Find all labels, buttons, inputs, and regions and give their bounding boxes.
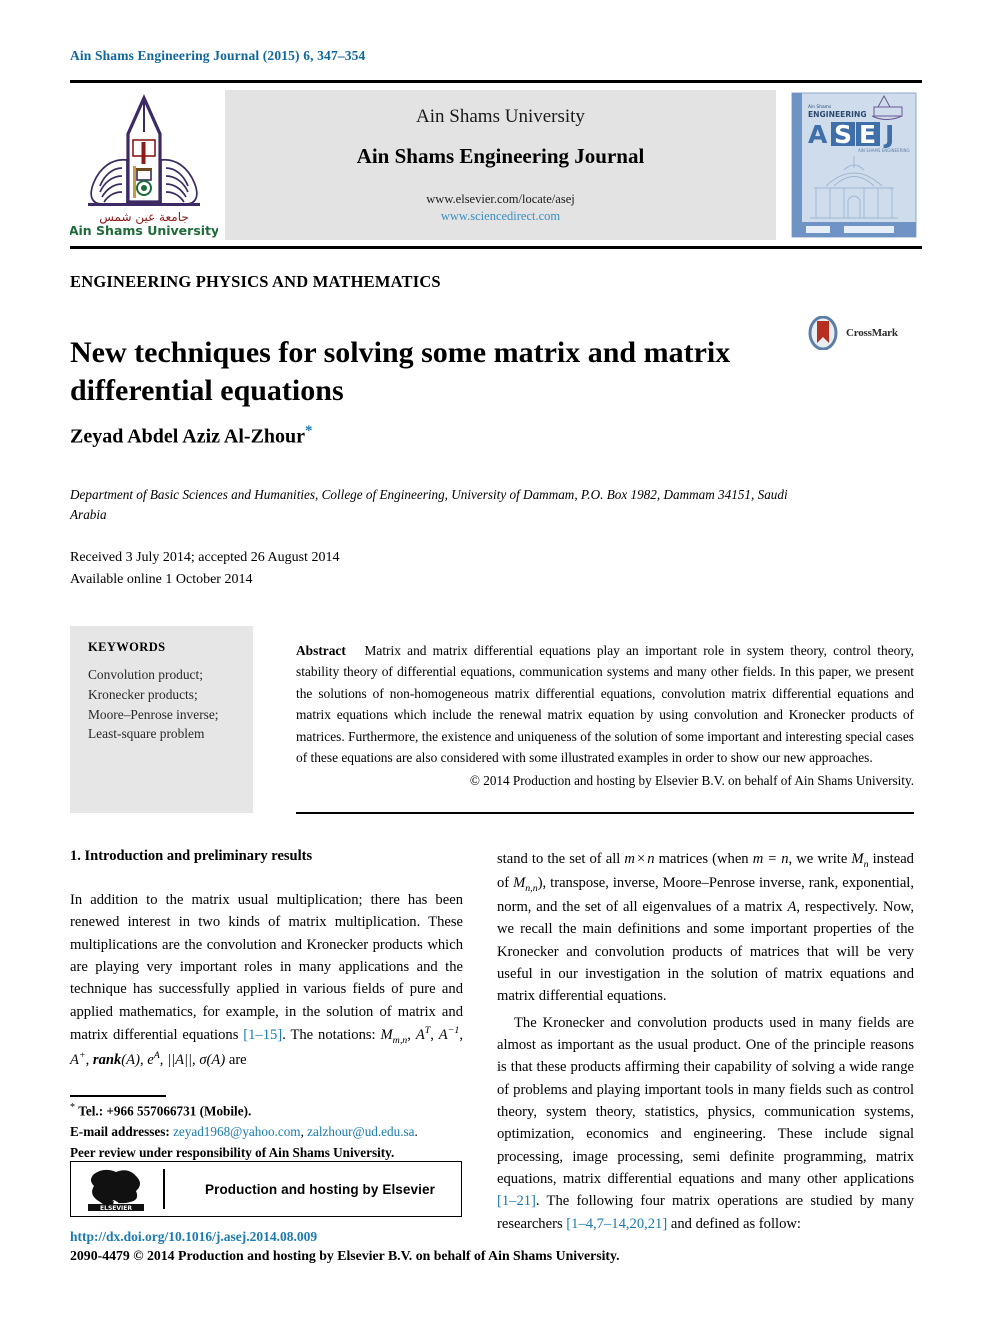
author-name: Zeyad Abdel Aziz Al-Zhour* xyxy=(70,423,313,449)
journal-masthead: جامعة عين شمس Ain Shams University Ain S… xyxy=(70,86,922,244)
math-norm-A: ||A|| xyxy=(167,1051,193,1068)
crossmark-badge[interactable]: CrossMark xyxy=(806,312,910,354)
svg-text:S: S xyxy=(834,120,852,149)
math-M-nn: Mn,n xyxy=(513,875,538,894)
paragraph-left-1: In addition to the matrix usual multipli… xyxy=(70,892,464,1068)
email-link-2[interactable]: zalzhour@ud.edu.sa xyxy=(307,1124,414,1139)
math-A-T: AT xyxy=(415,1024,431,1043)
paper-page: Ain Shams Engineering Journal (2015) 6, … xyxy=(0,0,992,1323)
paragraph-right-1-part-b: matrices (when xyxy=(654,851,753,867)
body-left-column: 1. Introduction and preliminary results … xyxy=(70,848,463,1075)
masthead-top-rule xyxy=(70,80,922,83)
body-right-column: stand to the set of all m × n matrices (… xyxy=(497,848,914,1239)
running-head: Ain Shams Engineering Journal (2015) 6, … xyxy=(70,48,366,63)
svg-text:Ain Shams University: Ain Shams University xyxy=(70,223,218,238)
footnote-email-label: E-mail addresses: xyxy=(70,1123,170,1139)
abstract-text: Matrix and matrix differential equations… xyxy=(296,643,914,766)
citation-link-1-15[interactable]: [1–15] xyxy=(243,1027,282,1043)
masthead-elsevier-url[interactable]: www.elsevier.com/locate/asej xyxy=(426,191,574,208)
page-title: New techniques for solving some matrix a… xyxy=(70,336,731,407)
math-m-equals-n: m = n xyxy=(752,851,789,867)
keywords-list: Convolution product; Kronecker products;… xyxy=(88,665,253,744)
abstract-bottom-rule xyxy=(296,812,914,814)
math-A-plus: A+ xyxy=(70,1049,86,1068)
footnote-star-marker: * xyxy=(70,1102,75,1113)
citation-link-1-21[interactable]: [1–21] xyxy=(497,1193,536,1209)
elsevier-divider xyxy=(163,1169,165,1209)
keyword-item: Convolution product; xyxy=(88,667,203,682)
section-heading-introduction: 1. Introduction and preliminary results xyxy=(70,848,313,864)
paragraph-right-1: stand to the set of all m × n matrices (… xyxy=(497,848,914,1008)
abstract-label: Abstract xyxy=(296,643,346,658)
footnote-rule xyxy=(70,1095,166,1097)
email-link-1[interactable]: zeyad1968@yahoo.com xyxy=(173,1124,301,1139)
svg-text:E: E xyxy=(859,120,876,149)
paragraph-right-1-part-c: , we write xyxy=(788,851,852,867)
section-kicker: ENGINEERING PHYSICS AND MATHEMATICS xyxy=(70,272,441,291)
svg-text:J: J xyxy=(883,120,894,149)
elsevier-caption: Production and hosting by Elsevier xyxy=(205,1181,435,1197)
masthead-bottom-rule xyxy=(70,246,922,249)
elsevier-logo: ELSEVIER xyxy=(81,1166,155,1212)
masthead-sciencedirect-url[interactable]: www.sciencedirect.com xyxy=(441,208,560,225)
math-exp-A: eA xyxy=(147,1049,160,1068)
abstract-block: Abstract Matrix and matrix differential … xyxy=(296,640,914,769)
received-date: Received 3 July 2014; accepted 26 August… xyxy=(70,550,340,565)
email-end: . xyxy=(414,1123,418,1139)
math-sigma-A: σ(A) xyxy=(199,1051,226,1068)
crossmark-label: CrossMark xyxy=(846,327,898,339)
doi-link[interactable]: http://dx.doi.org/10.1016/j.asej.2014.08… xyxy=(70,1229,317,1245)
paragraph-left-1-part-a: In addition to the matrix usual multipli… xyxy=(70,892,463,1043)
footnote-email: E-mail addresses: zeyad1968@yahoo.com, z… xyxy=(70,1122,465,1143)
masthead-university-name: Ain Shams University xyxy=(416,105,585,127)
svg-text:ENGINEERING: ENGINEERING xyxy=(808,110,867,119)
footnotes-block: * Tel.: +966 557066731 (Mobile). E-mail … xyxy=(70,1100,465,1163)
paragraph-right-1-part-a: stand to the set of all xyxy=(497,851,625,867)
issn-copyright-line: 2090-4479 © 2014 Production and hosting … xyxy=(70,1248,620,1263)
paragraph-right-2: The Kronecker and convolution products u… xyxy=(497,1012,914,1235)
paragraph-right-2-part-c: and defined as follow: xyxy=(667,1215,801,1232)
author-corresponding-marker: * xyxy=(305,423,313,439)
elsevier-tree-icon: ELSEVIER xyxy=(88,1169,144,1212)
journal-cover-thumbnail: Ain Shams ENGINEERING A S E J AIN SHAMS … xyxy=(786,90,922,240)
math-M-mn: Mm,n xyxy=(380,1026,408,1046)
math-A-inv: A−1 xyxy=(438,1024,460,1043)
masthead-journal-title: Ain Shams Engineering Journal xyxy=(356,143,645,168)
crossmark-icon xyxy=(808,316,838,350)
svg-text:ELSEVIER: ELSEVIER xyxy=(100,1205,132,1212)
math-m-times-n: m × n xyxy=(624,851,655,867)
available-online-date: Available online 1 October 2014 xyxy=(70,571,253,587)
paragraph-right-2-part-a: The Kronecker and convolution products u… xyxy=(497,1014,914,1188)
keyword-item: Least-square problem xyxy=(88,726,205,742)
keyword-item: Moore–Penrose inverse; xyxy=(88,706,219,722)
math-M-n: Mn xyxy=(851,851,869,870)
author-name-text: Zeyad Abdel Aziz Al-Zhour xyxy=(70,425,306,448)
citation-link-multi[interactable]: [1–4,7–14,20,21] xyxy=(566,1216,667,1232)
paragraph-left-1-part-b: . The notations: xyxy=(282,1026,381,1043)
svg-text:A: A xyxy=(808,120,828,149)
footnote-tel: * Tel.: +966 557066731 (Mobile). xyxy=(70,1100,465,1122)
article-dates: Received 3 July 2014; accepted 26 August… xyxy=(70,547,570,590)
svg-text:AIN SHAMS ENGINEERING: AIN SHAMS ENGINEERING xyxy=(858,148,910,153)
asu-logo-graphic: جامعة عين شمس Ain Shams University xyxy=(70,90,218,240)
footnote-tel-text: Tel.: +966 557066731 (Mobile). xyxy=(78,1103,252,1119)
author-affiliation: Department of Basic Sciences and Humanit… xyxy=(70,487,788,523)
masthead-center-band: Ain Shams University Ain Shams Engineeri… xyxy=(225,90,776,240)
math-rank: rank xyxy=(92,1051,122,1068)
ain-shams-university-logo: جامعة عين شمس Ain Shams University xyxy=(70,90,218,240)
keyword-item: Kronecker products; xyxy=(88,686,198,702)
abstract-copyright: © 2014 Production and hosting by Elsevie… xyxy=(469,773,914,788)
keywords-heading: KEYWORDS xyxy=(88,640,166,654)
paragraph-left-1-tail: are xyxy=(225,1051,247,1068)
elsevier-production-box: ELSEVIER Production and hosting by Elsev… xyxy=(70,1161,462,1217)
footnote-peer-review-text: Peer review under responsibility of Ain … xyxy=(70,1144,395,1160)
journal-cover-graphic: Ain Shams ENGINEERING A S E J AIN SHAMS … xyxy=(786,90,922,240)
